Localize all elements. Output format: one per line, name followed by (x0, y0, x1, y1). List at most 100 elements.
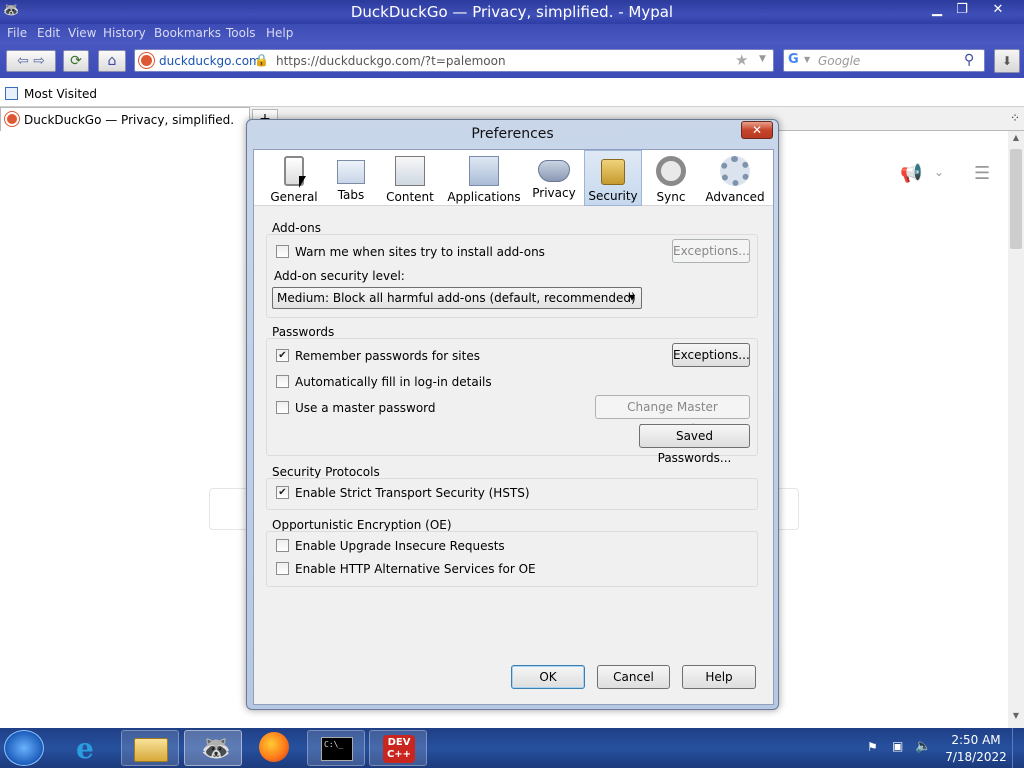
announcement-icon[interactable]: 📢 (900, 163, 922, 184)
upgrade-insecure-label[interactable]: Enable Upgrade Insecure Requests (295, 539, 505, 553)
security-protocols-header: Security Protocols (272, 465, 380, 479)
page-scrollbar[interactable]: ▲ ▼ (1008, 131, 1024, 728)
tabs-icon (337, 160, 365, 184)
reload-button[interactable]: ⟳ (63, 50, 89, 72)
dialog-body: General Tabs Content Applications Privac… (253, 149, 774, 705)
mask-icon (538, 160, 570, 182)
back-button[interactable]: ⇦ ⇨ (6, 50, 56, 72)
tab-advanced[interactable]: Advanced (704, 150, 766, 206)
scroll-up-arrow[interactable]: ▲ (1008, 133, 1024, 142)
tab-sync[interactable]: Sync (648, 150, 694, 206)
addon-security-level-select[interactable]: Medium: Block all harmful add-ons (defau… (272, 287, 642, 309)
most-visited-link[interactable]: Most Visited (24, 87, 97, 101)
tray-volume-icon[interactable]: 🔈 (915, 739, 931, 754)
tab-content[interactable]: Content (382, 150, 438, 206)
ok-button[interactable]: OK (511, 665, 585, 689)
url-bar[interactable]: duckduckgo.com 🔒 https://duckduckgo.com/… (134, 49, 774, 72)
mouse-cursor (299, 176, 306, 188)
url-dropdown-icon[interactable]: ▼ (759, 54, 766, 64)
cancel-button[interactable]: Cancel (597, 665, 670, 689)
addons-header: Add-ons (272, 221, 321, 235)
terminal-icon: C:\_ (321, 737, 353, 761)
scroll-down-arrow[interactable]: ▼ (1008, 711, 1024, 720)
menu-file[interactable]: File (7, 26, 27, 40)
passwords-header: Passwords (272, 325, 335, 339)
saved-passwords-button[interactable]: Saved Passwords... (639, 424, 750, 465)
dialog-close-button[interactable]: ✕ (741, 121, 773, 139)
search-icon[interactable]: ⚲ (964, 52, 974, 68)
help-button[interactable]: Help (682, 665, 756, 689)
warn-addons-checkbox[interactable] (276, 245, 289, 258)
taskbar-ie-icon[interactable]: e (62, 730, 120, 766)
taskbar-mypal-icon[interactable]: 🦝 (184, 730, 242, 766)
download-button[interactable]: ⬇ (994, 49, 1020, 73)
dialog-title: Preferences (471, 126, 554, 142)
show-desktop-button[interactable] (1012, 728, 1024, 768)
tab-privacy-label: Privacy (532, 186, 576, 200)
autofill-label[interactable]: Automatically fill in log-in details (295, 375, 492, 389)
remember-passwords-label[interactable]: Remember passwords for sites (295, 349, 480, 363)
hsts-label[interactable]: Enable Strict Transport Security (HSTS) (295, 486, 530, 500)
restore-button[interactable]: ❐ (946, 0, 978, 20)
site-identity-icon[interactable] (139, 53, 154, 68)
taskbar-firefox-icon[interactable] (245, 730, 303, 766)
site-identity-label[interactable]: duckduckgo.com (159, 54, 261, 68)
http-alt-services-label[interactable]: Enable HTTP Alternative Services for OE (295, 562, 536, 576)
tray-flag-icon[interactable]: ⚑ (867, 740, 878, 754)
page-dropdown-icon[interactable]: ⌄ (934, 165, 944, 179)
search-engine-icon[interactable]: G (788, 52, 799, 67)
passwords-exceptions-button[interactable]: Exceptions... (672, 343, 750, 367)
tab-applications[interactable]: Applications (444, 150, 524, 206)
tab-sync-label: Sync (656, 190, 686, 204)
home-button[interactable]: ⌂ (98, 50, 126, 72)
url-text[interactable]: https://duckduckgo.com/?t=palemoon (276, 54, 506, 68)
menu-bookmarks[interactable]: Bookmarks (154, 26, 221, 40)
sync-icon (656, 156, 686, 186)
close-window-button[interactable]: ✕ (982, 0, 1014, 20)
menu-edit[interactable]: Edit (37, 26, 60, 40)
start-button[interactable] (4, 730, 44, 766)
tab-list-icon[interactable]: ⁘ (1010, 111, 1020, 125)
search-engine-dropdown-icon[interactable]: ▼ (804, 55, 810, 64)
clock-date[interactable]: 7/18/2022 (942, 750, 1010, 764)
addon-security-level-value: Medium: Block all harmful add-ons (defau… (277, 291, 636, 305)
menu-view[interactable]: View (68, 26, 96, 40)
master-password-checkbox[interactable] (276, 401, 289, 414)
search-placeholder: Google (818, 54, 861, 68)
tray-network-icon[interactable]: ▣ (892, 739, 903, 753)
applications-icon (469, 156, 499, 186)
tab-general[interactable]: General (268, 150, 320, 206)
bookmark-star-icon[interactable]: ★ (735, 51, 748, 69)
menu-help[interactable]: Help (266, 26, 293, 40)
master-password-label[interactable]: Use a master password (295, 401, 436, 415)
addons-exceptions-button[interactable]: Exceptions... (672, 239, 750, 263)
tab-advanced-label: Advanced (705, 190, 765, 204)
remember-passwords-checkbox[interactable]: ✔ (276, 349, 289, 362)
taskbar-explorer-icon[interactable] (121, 730, 179, 766)
search-bar[interactable]: G ▼ Google ⚲ (783, 49, 985, 72)
scroll-thumb[interactable] (1010, 149, 1022, 249)
taskbar-devcpp-icon[interactable]: DEV C++ (369, 730, 427, 766)
tab-privacy[interactable]: Privacy (530, 150, 578, 206)
hsts-checkbox[interactable]: ✔ (276, 486, 289, 499)
tab-favicon (5, 112, 19, 126)
devcpp-icon: DEV C++ (383, 735, 415, 763)
warn-addons-label[interactable]: Warn me when sites try to install add-on… (295, 245, 545, 259)
taskbar-cmd-icon[interactable]: C:\_ (307, 730, 365, 766)
hamburger-menu-icon[interactable]: ☰ (974, 163, 990, 184)
window-titlebar: 🦝 DuckDuckGo — Privacy, simplified. - My… (0, 0, 1024, 24)
oe-header: Opportunistic Encryption (OE) (272, 518, 452, 532)
clock-time[interactable]: 2:50 AM (946, 733, 1006, 747)
tab-tabs[interactable]: Tabs (328, 150, 374, 206)
upgrade-insecure-checkbox[interactable] (276, 539, 289, 552)
menu-tools[interactable]: Tools (226, 26, 256, 40)
http-alt-services-checkbox[interactable] (276, 562, 289, 575)
tab-security[interactable]: Security (584, 150, 642, 206)
autofill-checkbox[interactable] (276, 375, 289, 388)
change-master-password-button[interactable]: Change Master Password... (595, 395, 750, 436)
tab-duckduckgo[interactable]: DuckDuckGo — Privacy, simplified. (0, 107, 250, 131)
menu-bar: File Edit View History Bookmarks Tools H… (0, 24, 1024, 44)
menu-history[interactable]: History (103, 26, 146, 40)
raccoon-icon: 🦝 (201, 734, 231, 762)
preferences-toolbar: General Tabs Content Applications Privac… (254, 150, 773, 206)
